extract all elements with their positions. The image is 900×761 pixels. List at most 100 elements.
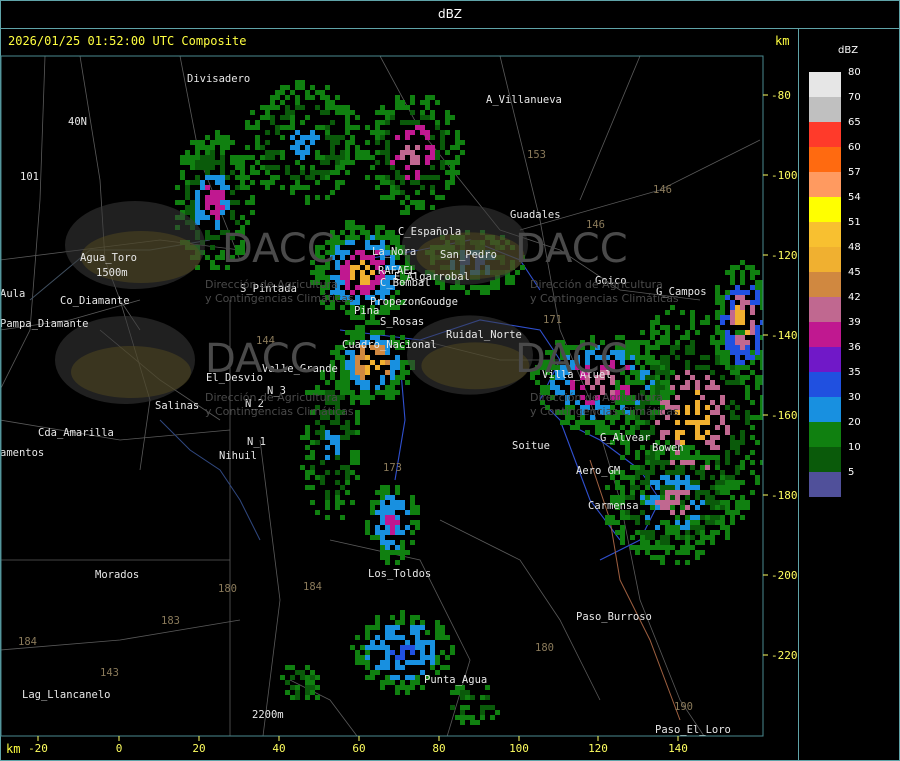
radar-echo-cell xyxy=(665,395,670,400)
radar-echo-cell xyxy=(360,385,365,390)
radar-echo-cell xyxy=(305,695,310,700)
radar-echo-cell xyxy=(700,535,705,540)
radar-echo-cell xyxy=(300,135,305,140)
radar-echo-cell xyxy=(400,150,405,155)
radar-echo-cell xyxy=(420,185,425,190)
radar-echo-cell xyxy=(365,520,370,525)
radar-echo-cell xyxy=(395,485,400,490)
radar-echo-cell xyxy=(380,500,385,505)
place-label: Cuadro_Nacional xyxy=(342,339,437,351)
radar-echo-cell xyxy=(665,545,670,550)
radar-echo-cell xyxy=(715,460,720,465)
radar-echo-cell xyxy=(385,625,390,630)
radar-echo-cell xyxy=(375,125,380,130)
radar-echo-cell xyxy=(735,480,740,485)
radar-echo-cell xyxy=(665,335,670,340)
radar-echo-cell xyxy=(230,190,235,195)
radar-echo-cell xyxy=(225,140,230,145)
radar-echo-cell xyxy=(715,515,720,520)
radar-echo-cell xyxy=(685,420,690,425)
radar-echo-cell xyxy=(360,255,365,260)
radar-echo-cell xyxy=(370,285,375,290)
radar-echo-cell xyxy=(305,200,310,205)
radar-map[interactable]: DivisaderoA_Villanueva40N101Agua_Toro150… xyxy=(0,0,900,761)
radar-echo-cell xyxy=(440,135,445,140)
radar-echo-cell xyxy=(365,290,370,295)
radar-echo-cell xyxy=(320,430,325,435)
radar-echo-cell xyxy=(395,505,400,510)
radar-echo-cell xyxy=(405,510,410,515)
radar-echo-cell xyxy=(375,120,380,125)
radar-echo-cell xyxy=(635,530,640,535)
legend-swatch-36 xyxy=(809,347,841,372)
radar-echo-cell xyxy=(740,320,745,325)
radar-echo-cell xyxy=(205,170,210,175)
radar-echo-cell xyxy=(290,145,295,150)
radar-echo-cell xyxy=(350,450,355,455)
radar-echo-cell xyxy=(725,330,730,335)
radar-echo-cell xyxy=(395,175,400,180)
radar-echo-cell xyxy=(330,135,335,140)
radar-echo-cell xyxy=(395,290,400,295)
legend-swatch-70 xyxy=(809,97,841,122)
radar-echo-cell xyxy=(655,375,660,380)
road-line xyxy=(1,419,231,441)
radar-echo-cell xyxy=(630,465,635,470)
radar-echo-cell xyxy=(670,530,675,535)
radar-echo-cell xyxy=(280,155,285,160)
radar-echo-cell xyxy=(720,520,725,525)
radar-echo-cell xyxy=(450,705,455,710)
radar-echo-cell xyxy=(295,185,300,190)
radar-echo-cell xyxy=(285,115,290,120)
radar-echo-cell xyxy=(630,485,635,490)
radar-echo-cell xyxy=(655,455,660,460)
radar-echo-cell xyxy=(495,710,500,715)
radar-echo-cell xyxy=(690,520,695,525)
radar-echo-cell xyxy=(400,100,405,105)
radar-echo-cell xyxy=(270,180,275,185)
radar-echo-cell xyxy=(470,285,475,290)
radar-echo-cell xyxy=(320,375,325,380)
radar-echo-cell xyxy=(340,150,345,155)
radar-echo-cell xyxy=(390,110,395,115)
radar-echo-cell xyxy=(210,165,215,170)
radar-echo-cell xyxy=(335,170,340,175)
radar-echo-cell xyxy=(715,355,720,360)
radar-echo-cell xyxy=(385,630,390,635)
radar-echo-cell xyxy=(715,490,720,495)
radar-echo-cell xyxy=(685,450,690,455)
radar-echo-cell xyxy=(660,460,665,465)
radar-echo-cell xyxy=(380,120,385,125)
radar-echo-cell xyxy=(330,375,335,380)
legend-swatch-42 xyxy=(809,297,841,322)
radar-echo-cell xyxy=(360,390,365,395)
radar-echo-cell xyxy=(395,515,400,520)
y-axis-tick-label: -220 xyxy=(771,649,798,662)
radar-echo-cell xyxy=(365,235,370,240)
radar-echo-cell xyxy=(305,175,310,180)
radar-echo-cell xyxy=(335,110,340,115)
radar-echo-cell xyxy=(330,145,335,150)
radar-echo-cell xyxy=(750,450,755,455)
radar-echo-cell xyxy=(375,130,380,135)
radar-echo-cell xyxy=(675,550,680,555)
radar-echo-cell xyxy=(275,105,280,110)
route-number: 146 xyxy=(653,184,672,196)
radar-echo-cell xyxy=(390,230,395,235)
radar-echo-cell xyxy=(415,120,420,125)
radar-echo-cell xyxy=(455,130,460,135)
watermark-line1: Dirección de Agricultura xyxy=(205,278,338,291)
radar-echo-cell xyxy=(245,185,250,190)
radar-echo-cell xyxy=(735,500,740,505)
radar-echo-cell xyxy=(245,120,250,125)
radar-echo-cell xyxy=(715,445,720,450)
radar-echo-cell xyxy=(300,435,305,440)
radar-echo-cell xyxy=(305,675,310,680)
radar-echo-cell xyxy=(630,515,635,520)
radar-echo-cell xyxy=(660,340,665,345)
radar-echo-cell xyxy=(180,175,185,180)
radar-echo-cell xyxy=(210,160,215,165)
radar-echo-cell xyxy=(685,330,690,335)
radar-echo-cell xyxy=(620,385,625,390)
radar-echo-cell xyxy=(580,420,585,425)
